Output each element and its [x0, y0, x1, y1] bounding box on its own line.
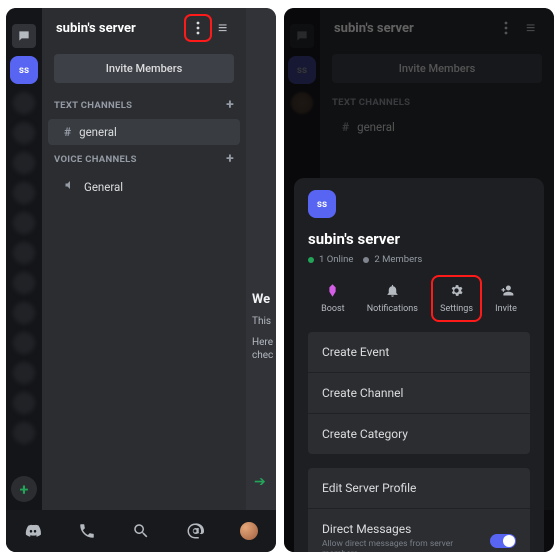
tab-search-icon[interactable]	[132, 522, 150, 540]
server-menu-sheet-screen: ss subin's server ≡ Invite Members TEXT …	[284, 8, 554, 552]
server-blob[interactable]	[13, 182, 35, 204]
invite-button[interactable]: Invite	[490, 279, 522, 318]
online-dot-icon	[308, 257, 314, 263]
server-icon[interactable]: ss	[10, 56, 38, 84]
channel-list: subin's server ≡ Invite Members TEXT CHA…	[42, 8, 246, 510]
peek-text: This	[252, 315, 276, 328]
server-sheet: ss subin's server 1 Online 2 Members Boo…	[294, 178, 544, 552]
dm-button[interactable]	[12, 24, 36, 48]
create-channel-row[interactable]: Create Channel	[308, 373, 530, 414]
edit-server-profile-row[interactable]: Edit Server Profile	[308, 468, 530, 509]
server-blob[interactable]	[13, 212, 35, 234]
server-rail: ss +	[6, 8, 42, 552]
peek-text: Here	[252, 336, 276, 349]
add-server-button[interactable]: +	[11, 476, 37, 502]
option-title: Direct Messages	[322, 522, 480, 536]
voice-channel[interactable]: General	[48, 173, 240, 200]
server-blob[interactable]	[13, 152, 35, 174]
create-block: Create Event Create Channel Create Categ…	[308, 332, 530, 454]
tab-avatar[interactable]	[240, 522, 258, 540]
action-label: Settings	[440, 304, 473, 314]
server-blob[interactable]	[13, 392, 35, 414]
server-blob[interactable]	[13, 362, 35, 384]
server-blob[interactable]	[13, 242, 35, 264]
direct-messages-row[interactable]: Direct Messages Allow direct messages fr…	[308, 509, 530, 552]
hash-icon: #	[64, 125, 71, 139]
dm-toggle[interactable]	[490, 534, 516, 548]
server-channels-screen: ss + subin's server ≡ Invite Member	[6, 8, 276, 552]
text-channels-header[interactable]: TEXT CHANNELS+	[42, 91, 246, 119]
create-category-row[interactable]: Create Category	[308, 414, 530, 454]
member-dot-icon	[363, 257, 369, 263]
server-menu-button[interactable]	[188, 18, 208, 38]
voice-channels-header[interactable]: VOICE CHANNELS+	[42, 145, 246, 173]
channel-label: general	[79, 125, 117, 139]
server-name: subin's server	[308, 230, 530, 248]
tab-discord-icon[interactable]	[24, 522, 42, 540]
member-list-icon[interactable]: ≡	[218, 18, 236, 38]
options-block: Edit Server Profile Direct Messages Allo…	[308, 468, 530, 552]
server-blob[interactable]	[13, 122, 35, 144]
speaker-icon	[64, 179, 76, 194]
server-status: 1 Online 2 Members	[308, 254, 530, 265]
server-blob[interactable]	[13, 422, 35, 444]
add-channel-icon[interactable]: +	[226, 151, 234, 167]
bottom-tabs	[6, 510, 276, 552]
settings-button[interactable]: Settings	[435, 279, 478, 318]
action-label: Notifications	[367, 304, 418, 314]
invite-members-button[interactable]: Invite Members	[54, 54, 234, 83]
send-arrow-icon[interactable]: ➔	[254, 474, 266, 490]
server-icon: ss	[308, 190, 336, 218]
server-blob[interactable]	[13, 92, 35, 114]
boost-button[interactable]: Boost	[316, 279, 349, 318]
server-blob[interactable]	[13, 332, 35, 354]
notifications-button[interactable]: Notifications	[362, 279, 423, 318]
peek-title: We	[252, 292, 276, 307]
channel-label: General	[84, 180, 123, 194]
peek-text: chec	[252, 349, 276, 362]
server-title: subin's server	[56, 21, 188, 36]
tab-mentions-icon[interactable]	[186, 522, 204, 540]
server-blob[interactable]	[13, 272, 35, 294]
create-event-row[interactable]: Create Event	[308, 332, 530, 373]
option-subtitle: Allow direct messages from server member…	[322, 539, 480, 552]
tab-calls-icon[interactable]	[78, 522, 96, 540]
text-channel[interactable]: # general	[48, 119, 240, 145]
server-blob[interactable]	[13, 302, 35, 324]
action-label: Boost	[321, 304, 344, 314]
action-label: Invite	[495, 304, 517, 314]
add-channel-icon[interactable]: +	[226, 97, 234, 113]
channel-peek: We This Here chec ➔	[246, 8, 276, 510]
